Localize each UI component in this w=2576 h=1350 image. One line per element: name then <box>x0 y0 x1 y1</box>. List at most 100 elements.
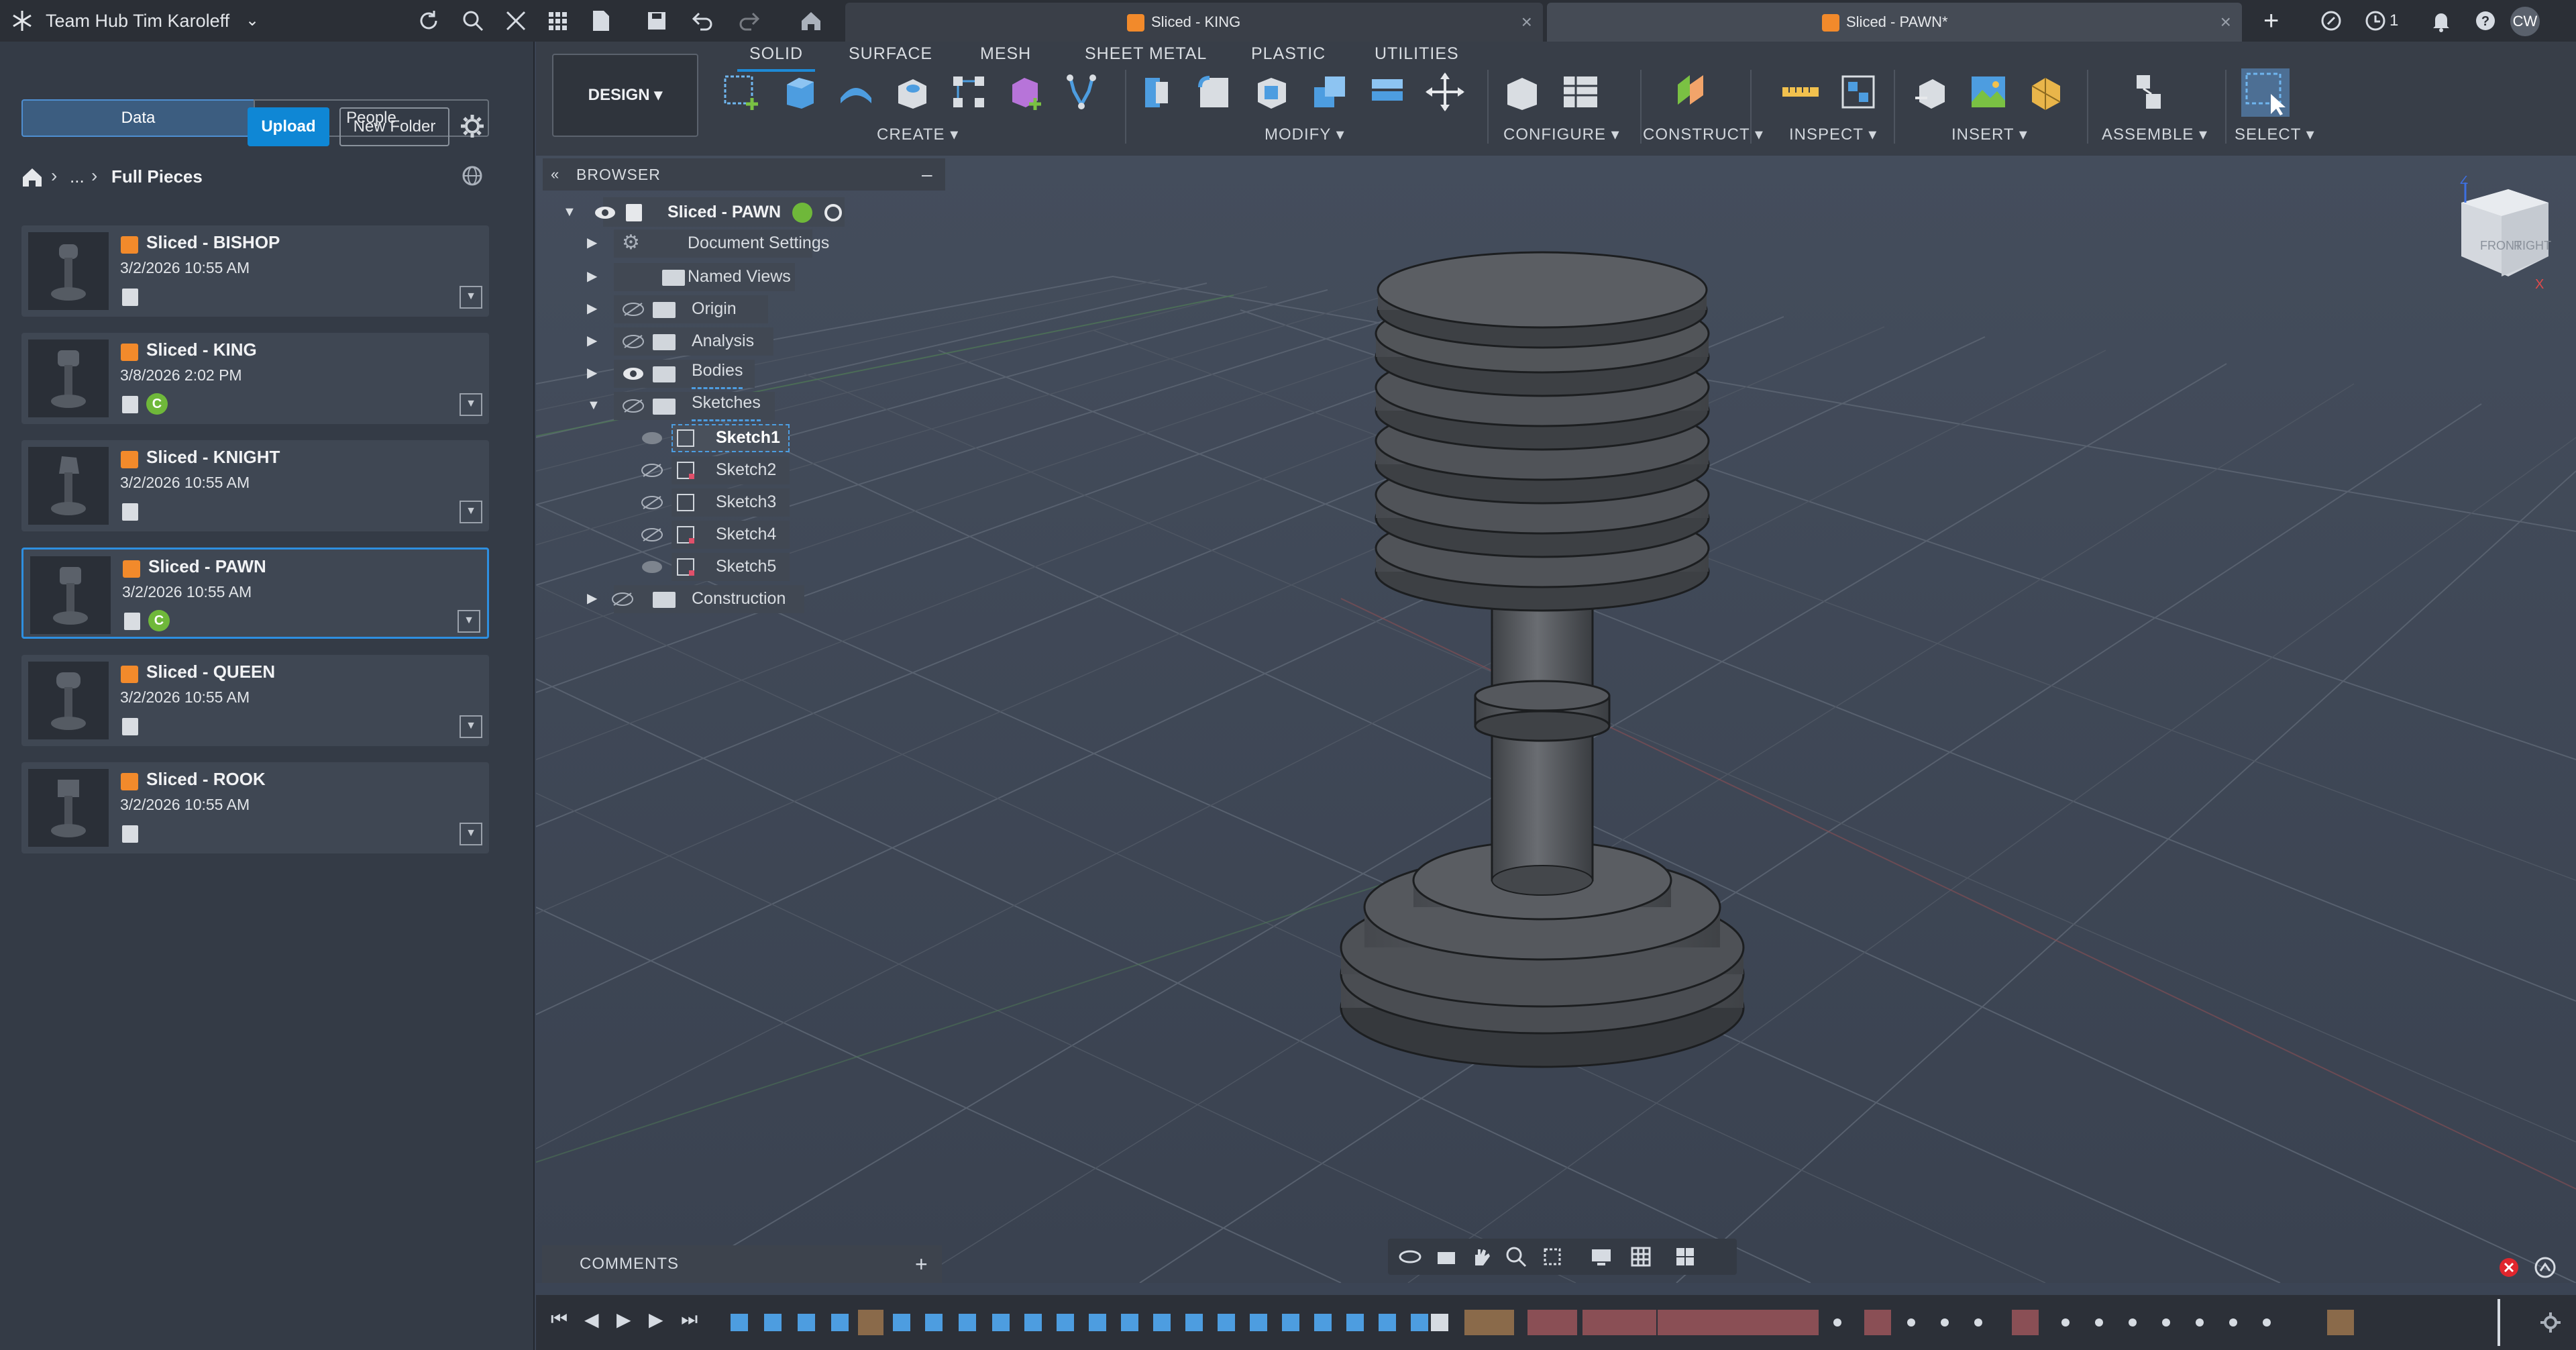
workspace-switcher[interactable]: DESIGN ▾ <box>552 54 698 137</box>
grid-settings-icon[interactable] <box>1629 1245 1652 1268</box>
web-view-icon[interactable] <box>460 164 484 188</box>
file-card-pawn[interactable]: Sliced - PAWN 3/2/2026 10:55 AM C ▼ <box>21 548 489 639</box>
group-assemble[interactable]: ASSEMBLE ▾ <box>2102 125 2208 144</box>
hub-chevron-down-icon[interactable]: ⌄ <box>246 0 259 42</box>
job-status-icon[interactable] <box>2363 8 2388 34</box>
file-card-knight[interactable]: Sliced - KNIGHT 3/2/2026 10:55 AM ▼ <box>21 440 489 531</box>
hidden-eye-icon[interactable] <box>641 463 663 478</box>
group-construct[interactable]: CONSTRUCT ▾ <box>1643 125 1764 144</box>
error-status-icon[interactable] <box>2498 1256 2520 1279</box>
viewports-icon[interactable] <box>1674 1245 1697 1268</box>
new-component-icon[interactable] <box>2126 71 2167 113</box>
expand-chevron-down-icon[interactable]: ▼ <box>563 196 576 228</box>
file-card-rook[interactable]: Sliced - ROOK 3/2/2026 10:55 AM ▼ <box>21 762 489 853</box>
expand-chevron-right-icon[interactable]: ▶ <box>587 227 597 259</box>
fillet-icon[interactable] <box>1193 71 1235 113</box>
group-create[interactable]: CREATE ▾ <box>877 125 959 144</box>
timeline-prev-icon[interactable]: ◀ <box>584 1308 599 1331</box>
expand-chevron-down-icon[interactable]: ▼ <box>587 389 600 421</box>
redo-icon[interactable] <box>738 8 763 34</box>
extrude-icon[interactable] <box>779 71 820 113</box>
select-icon[interactable] <box>2241 68 2290 117</box>
performance-icon[interactable] <box>2534 1256 2557 1279</box>
timeline-settings-gear-icon[interactable] <box>2539 1311 2562 1334</box>
3d-viewport[interactable]: FRONT RIGHT Z X « BROWSER – ▼ Sliced - P… <box>536 156 2576 1283</box>
visibility-eye-icon[interactable] <box>594 205 616 220</box>
close-tab-icon[interactable]: × <box>1521 3 1532 42</box>
group-inspect[interactable]: INSPECT ▾ <box>1789 125 1877 144</box>
hidden-eye-icon[interactable] <box>622 399 645 413</box>
file-menu-dropdown-icon[interactable]: ▼ <box>460 501 482 523</box>
breadcrumb-home-icon[interactable] <box>20 165 44 189</box>
timeline-last-icon[interactable]: ⏭ <box>681 1308 698 1331</box>
file-menu-dropdown-icon[interactable]: ▼ <box>458 610 480 633</box>
hole-icon[interactable] <box>892 71 933 113</box>
tab-plastic[interactable]: PLASTIC <box>1251 44 1326 64</box>
revolve-icon[interactable] <box>835 71 877 113</box>
measure-icon[interactable] <box>1780 71 1821 113</box>
timeline-marker[interactable] <box>2498 1299 2500 1346</box>
visibility-eye-icon[interactable] <box>641 560 663 574</box>
hidden-eye-icon[interactable] <box>611 592 634 607</box>
move-icon[interactable] <box>1424 71 1466 113</box>
visibility-eye-icon[interactable] <box>622 366 645 381</box>
help-icon[interactable]: ? <box>2473 8 2498 34</box>
file-card-bishop[interactable]: Sliced - BISHOP 3/2/2026 10:55 AM ▼ <box>21 225 489 317</box>
look-at-icon[interactable] <box>1435 1247 1458 1267</box>
insert-mesh-icon[interactable] <box>2025 71 2067 113</box>
new-folder-button[interactable]: New Folder <box>339 107 449 146</box>
file-menu-dropdown-icon[interactable]: ▼ <box>460 715 482 738</box>
tab-sliced-pawn[interactable]: Sliced - PAWN* × <box>1547 3 2242 42</box>
tab-mesh[interactable]: MESH <box>980 44 1031 64</box>
create-sketch-icon[interactable] <box>720 71 761 113</box>
hidden-eye-icon[interactable] <box>622 302 645 317</box>
file-card-queen[interactable]: Sliced - QUEEN 3/2/2026 10:55 AM ▼ <box>21 655 489 746</box>
group-insert[interactable]: INSERT ▾ <box>1951 125 2028 144</box>
app-grid-icon[interactable] <box>545 8 570 34</box>
minimize-browser-icon[interactable]: – <box>922 158 932 191</box>
file-card-king[interactable]: Sliced - KING 3/8/2026 2:02 PM C ▼ <box>21 333 489 424</box>
comments-panel[interactable]: COMMENTS + <box>542 1245 942 1283</box>
insert-canvas-icon[interactable] <box>1968 71 2009 113</box>
view-cube-right[interactable]: RIGHT <box>2514 239 2551 252</box>
file-menu-dropdown-icon[interactable]: ▼ <box>460 393 482 416</box>
collapse-browser-icon[interactable]: « <box>551 158 559 191</box>
expand-chevron-right-icon[interactable]: ▶ <box>587 325 597 357</box>
home-icon[interactable] <box>798 8 824 34</box>
file-menu-dropdown-icon[interactable]: ▼ <box>460 286 482 309</box>
shell-icon[interactable] <box>1251 71 1293 113</box>
hub-name[interactable]: Team Hub Tim Karoleff <box>46 0 229 42</box>
display-settings-icon[interactable] <box>1589 1245 1613 1268</box>
canvas-scene[interactable] <box>536 156 2576 1283</box>
group-configure[interactable]: CONFIGURE ▾ <box>1503 125 1620 144</box>
insert-derive-icon[interactable] <box>1910 71 1951 113</box>
tab-solid[interactable]: SOLID <box>737 42 816 72</box>
interference-icon[interactable] <box>1837 71 1879 113</box>
hidden-eye-icon[interactable] <box>641 495 663 510</box>
close-panel-icon[interactable] <box>503 8 529 34</box>
expand-chevron-right-icon[interactable]: ▶ <box>587 260 597 293</box>
file-menu-dropdown-icon[interactable]: ▼ <box>460 823 482 845</box>
extensions-icon[interactable] <box>2318 8 2344 34</box>
press-pull-icon[interactable] <box>1136 71 1177 113</box>
fit-icon[interactable] <box>1541 1245 1564 1268</box>
expand-chevron-right-icon[interactable]: ▶ <box>587 293 597 325</box>
tab-sheet-metal[interactable]: SHEET METAL <box>1085 44 1207 64</box>
add-comment-icon[interactable]: + <box>915 1245 928 1283</box>
configure-icon[interactable] <box>1502 71 1544 113</box>
timeline-features[interactable] <box>724 1304 2361 1341</box>
refresh-icon[interactable] <box>416 8 441 34</box>
timeline-next-icon[interactable]: ▶ <box>649 1308 663 1331</box>
tab-surface[interactable]: SURFACE <box>849 44 932 64</box>
settings-gear-icon[interactable] <box>459 113 486 140</box>
tab-utilities[interactable]: UTILITIES <box>1375 44 1459 64</box>
user-avatar[interactable]: CW <box>2510 7 2540 36</box>
orbit-icon[interactable] <box>1399 1247 1421 1267</box>
create-form-icon[interactable] <box>1004 71 1046 113</box>
upload-button[interactable]: Upload <box>248 107 329 146</box>
expand-chevron-right-icon[interactable]: ▶ <box>587 582 597 615</box>
undo-icon[interactable] <box>688 8 714 34</box>
timeline-play-icon[interactable]: ▶ <box>616 1308 631 1331</box>
offset-face-icon[interactable] <box>1366 71 1408 113</box>
combine-icon[interactable] <box>1061 71 1102 113</box>
